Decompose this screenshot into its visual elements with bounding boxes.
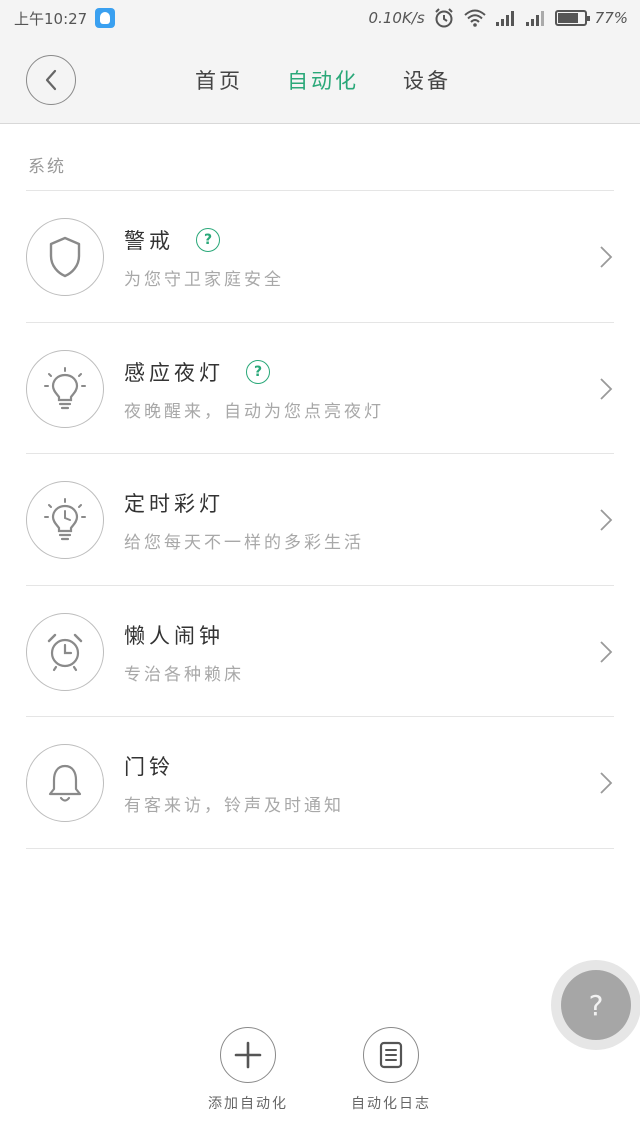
qq-icon	[95, 8, 116, 28]
bulb-icon	[26, 349, 104, 428]
list-item-guard[interactable]: 警戒 ? 为您守卫家庭安全	[26, 191, 614, 323]
chevron-right-icon	[600, 377, 613, 400]
item-title: 懒人闹钟	[124, 623, 224, 648]
bell-icon	[26, 744, 104, 822]
question-icon: ?	[561, 970, 631, 1040]
item-title: 感应夜灯	[124, 360, 224, 385]
status-time: 上午10:27	[14, 9, 88, 28]
chevron-right-icon	[600, 509, 613, 531]
wifi-icon	[463, 9, 486, 27]
item-subtitle: 专治各种赖床	[124, 664, 244, 685]
item-subtitle: 给您每天不一样的多彩生活	[124, 533, 364, 553]
item-subtitle: 夜晚醒来，自动为您点亮夜灯	[124, 401, 384, 422]
header: 首页 自动化 设备	[0, 36, 640, 124]
list-item-night-light[interactable]: 感应夜灯 ? 夜晚醒来，自动为您点亮夜灯	[26, 323, 614, 454]
timer-bulb-icon	[26, 481, 104, 559]
list-item-lazy-alarm[interactable]: 懒人闹钟 专治各种赖床	[26, 586, 614, 717]
plus-icon	[220, 1027, 276, 1083]
item-subtitle: 有客来访，铃声及时通知	[124, 796, 344, 816]
shield-icon	[26, 218, 104, 296]
list-item-doorbell[interactable]: 门铃 有客来访，铃声及时通知	[26, 717, 614, 849]
battery-percent: 77%	[594, 9, 628, 27]
item-title: 警戒	[124, 229, 174, 253]
tab-home[interactable]: 首页	[195, 65, 243, 95]
chevron-left-icon	[45, 69, 57, 91]
alarm-clock-icon	[26, 612, 104, 691]
battery-icon	[554, 10, 590, 26]
alarm-icon	[434, 8, 453, 28]
item-title: 门铃	[124, 755, 174, 779]
back-button[interactable]	[26, 55, 76, 105]
help-icon[interactable]: ?	[246, 359, 270, 384]
list-item-timed-light[interactable]: 定时彩灯 给您每天不一样的多彩生活	[26, 454, 614, 586]
tab-devices[interactable]: 设备	[403, 65, 451, 95]
signal-icon	[525, 11, 544, 26]
tab-automation[interactable]: 自动化	[287, 65, 359, 95]
section-title: 系统	[28, 157, 66, 177]
tab-bar: 首页 自动化 设备	[0, 36, 640, 124]
automation-list: 警戒 ? 为您守卫家庭安全 感应夜灯 ? 夜晚醒来，自动为您点亮夜灯 定时彩灯 …	[26, 191, 614, 849]
automation-log-button[interactable]: 自动化日志	[336, 1027, 446, 1113]
network-speed: 0.10K/s	[368, 9, 425, 27]
help-icon[interactable]: ?	[196, 228, 220, 252]
automation-log-label: 自动化日志	[351, 1096, 431, 1112]
signal-icon	[495, 11, 514, 26]
chevron-right-icon	[600, 772, 613, 794]
add-automation-button[interactable]: 添加自动化	[193, 1027, 303, 1113]
document-icon	[363, 1027, 419, 1083]
chevron-right-icon	[600, 640, 613, 663]
floating-help-button[interactable]: ?	[551, 960, 640, 1050]
status-bar: 上午10:27 0.10K/s 77%	[0, 0, 640, 36]
item-title: 定时彩灯	[124, 492, 224, 516]
item-subtitle: 为您守卫家庭安全	[124, 270, 284, 290]
chevron-right-icon	[600, 246, 613, 268]
add-automation-label: 添加自动化	[208, 1096, 288, 1112]
